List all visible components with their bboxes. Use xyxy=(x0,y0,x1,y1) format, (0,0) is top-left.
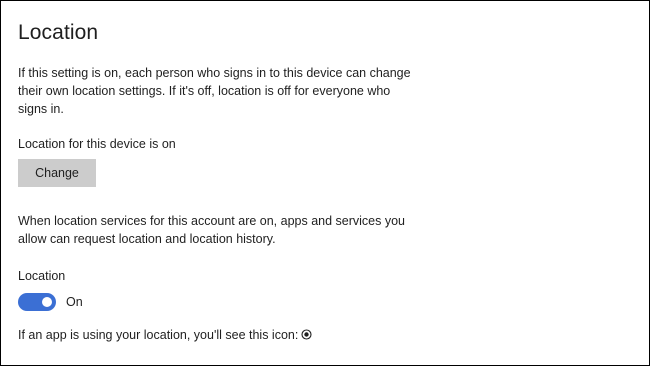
location-toggle-switch[interactable] xyxy=(18,293,56,311)
device-location-description: If this setting is on, each person who s… xyxy=(18,66,411,116)
device-location-status: Location for this device is on xyxy=(18,137,176,151)
location-in-use-text: If an app is using your location, you'll… xyxy=(18,328,299,342)
location-indicator-icon xyxy=(301,329,312,340)
toggle-thumb xyxy=(42,297,52,307)
change-button[interactable]: Change xyxy=(18,159,96,187)
location-toggle-row: On xyxy=(18,293,83,311)
location-toggle-label: Location xyxy=(18,269,66,283)
location-in-use-note: If an app is using your location, you'll… xyxy=(18,326,438,344)
location-toggle-state: On xyxy=(66,295,83,309)
settings-panel: Location If this setting is on, each per… xyxy=(0,0,650,366)
account-location-description: When location services for this account … xyxy=(18,214,406,246)
page-title: Location xyxy=(18,21,99,44)
